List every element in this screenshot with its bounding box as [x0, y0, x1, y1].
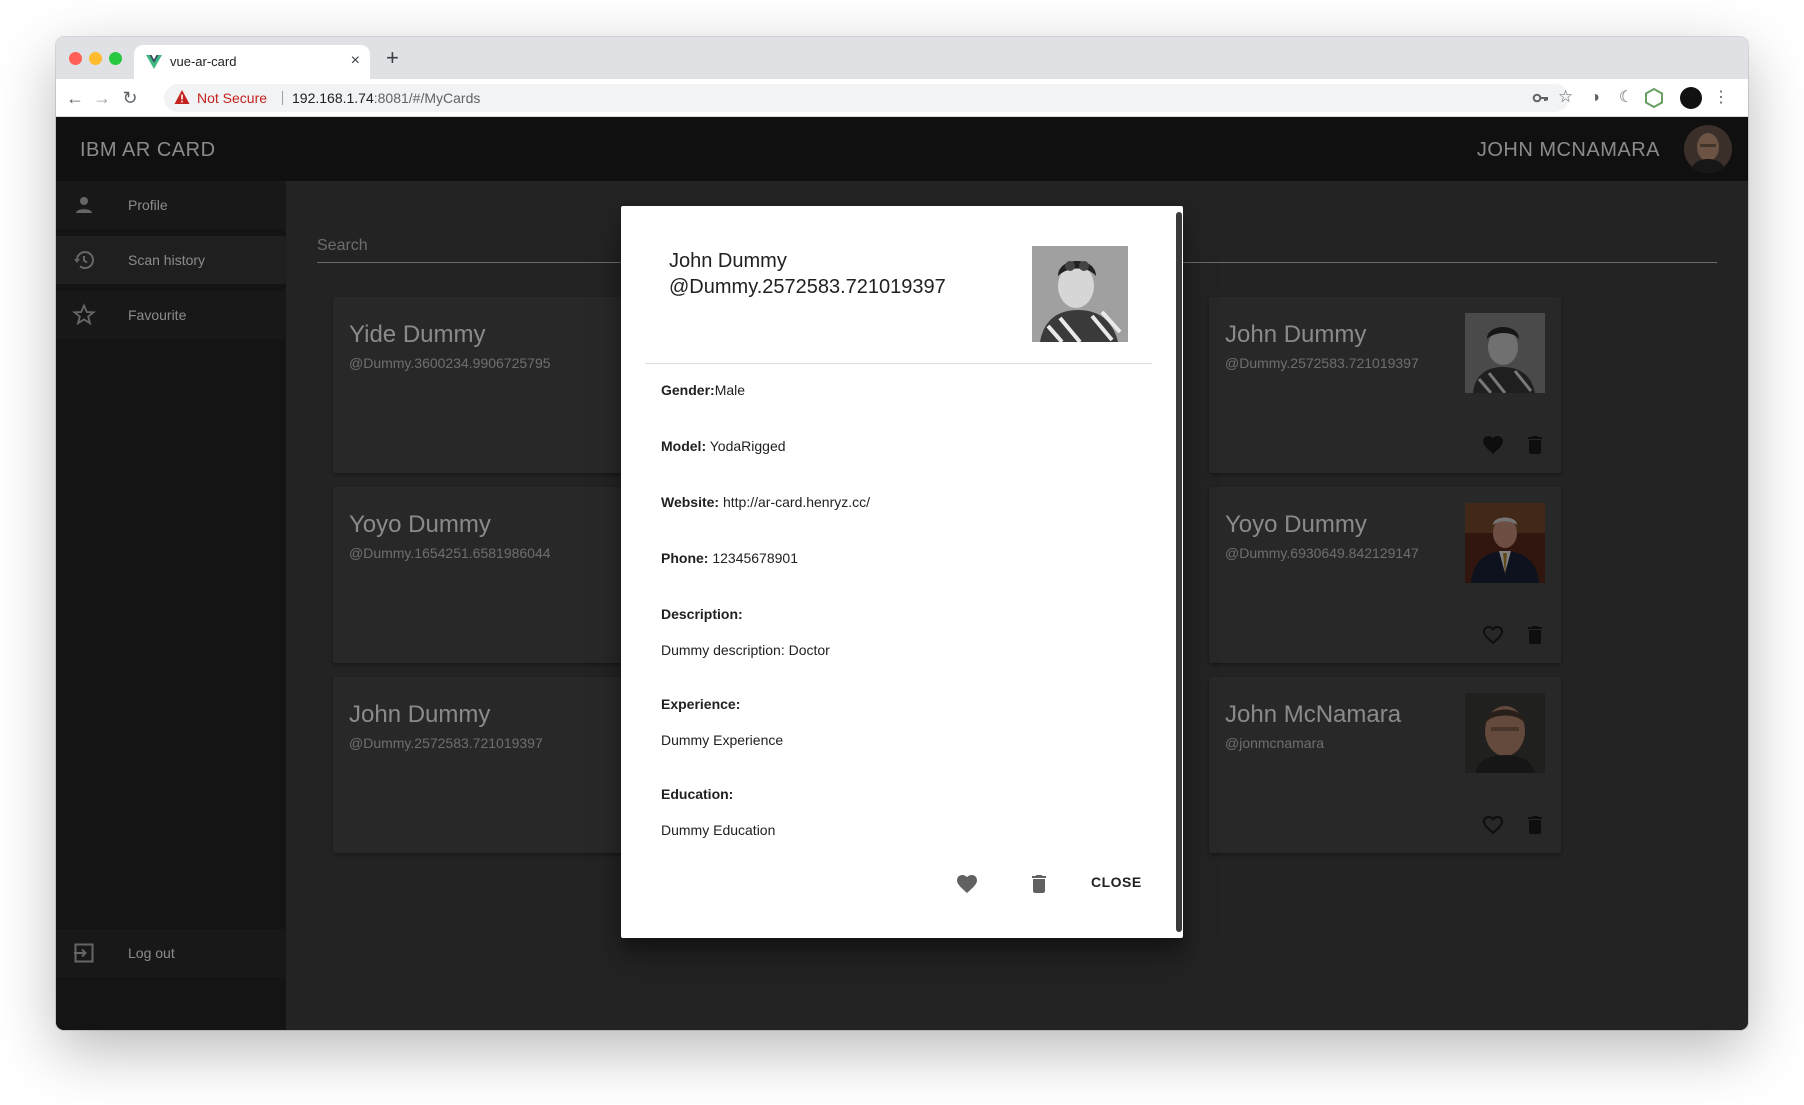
forward-arrow-icon[interactable]: → [91, 87, 113, 109]
website-label: Website: [661, 494, 720, 510]
warning-icon [174, 90, 190, 104]
address-separator [282, 91, 283, 105]
url-text[interactable]: 192.168.1.74:8081/#/MyCards [292, 90, 480, 106]
vue-logo-icon [146, 55, 162, 69]
close-window-button[interactable] [69, 52, 82, 65]
model-field: Model: YodaRigged [661, 438, 786, 454]
maximize-window-button[interactable] [109, 52, 122, 65]
dialog-handle: @Dummy.2572583.721019397 [669, 276, 946, 298]
more-menu-icon[interactable]: ⋮ [1710, 87, 1732, 109]
hexagon-extension-icon[interactable] [1643, 87, 1665, 109]
description-label: Description: [661, 606, 743, 622]
experience-label: Experience: [661, 696, 740, 712]
description-value: Dummy description: Doctor [661, 642, 830, 658]
close-button[interactable]: CLOSE [1091, 874, 1142, 890]
dark-mode-icon[interactable]: ☾ [1615, 87, 1637, 109]
education-label-text: Education: [661, 786, 734, 802]
not-secure-label[interactable]: Not Secure [197, 90, 267, 106]
phone-field: Phone: 12345678901 [661, 550, 798, 566]
gender-label: Gender: [661, 382, 715, 398]
education-label: Education: [661, 786, 733, 802]
experience-label-text: Experience: [661, 696, 741, 712]
url-path: :8081/#/MyCards [373, 90, 481, 106]
dialog-title: John Dummy @Dummy.2572583.721019397 [669, 248, 946, 300]
reload-icon[interactable]: ↻ [119, 87, 141, 109]
education-value: Dummy Education [661, 822, 776, 838]
dialog-heart-filled-icon[interactable] [955, 872, 979, 896]
tab-strip: vue-ar-card × + [56, 37, 1748, 79]
browser-window: vue-ar-card × + ← → ↻ Not Secure 192.168… [56, 37, 1748, 1030]
minimize-window-button[interactable] [89, 52, 102, 65]
dialog-name: John Dummy [669, 250, 787, 272]
address-bar[interactable]: Not Secure 192.168.1.74:8081/#/MyCards ☆ [164, 84, 1573, 112]
new-tab-button[interactable]: + [386, 46, 399, 70]
key-icon[interactable] [1532, 89, 1550, 107]
dialog-divider [645, 363, 1152, 364]
model-value: YodaRigged [706, 438, 786, 454]
experience-value: Dummy Experience [661, 732, 784, 748]
dialog-photo [1032, 246, 1128, 342]
profile-avatar-icon[interactable] [1680, 87, 1702, 109]
dialog-trash-icon[interactable] [1027, 872, 1051, 896]
phone-value: 12345678901 [708, 550, 798, 566]
url-host: 192.168.1.74 [292, 90, 374, 106]
gender-value: Male [714, 382, 746, 398]
app-root: IBM AR CARD JOHN MCNAMARA Profile Scan h… [56, 117, 1748, 1030]
phone-label: Phone: [661, 550, 709, 566]
tab-title: vue-ar-card [170, 54, 237, 69]
gender-field: Gender:Male [661, 382, 745, 398]
website-field: Website: http://ar-card.henryz.cc/ [661, 494, 870, 510]
browser-toolbar: ← → ↻ Not Secure 192.168.1.74:8081/#/MyC… [56, 79, 1748, 117]
model-label: Model: [661, 438, 707, 454]
extension-icon[interactable]: ◑ [1584, 87, 1606, 109]
website-value[interactable]: http://ar-card.henryz.cc/ [719, 494, 870, 510]
description-label-text: Description: [661, 606, 743, 622]
dialog-scrollbar[interactable] [1176, 212, 1182, 932]
tab-close-icon[interactable]: × [351, 52, 360, 70]
back-arrow-icon[interactable]: ← [64, 87, 86, 109]
card-detail-dialog: John Dummy @Dummy.2572583.721019397 Gend… [621, 206, 1183, 938]
browser-tab[interactable]: vue-ar-card × [134, 45, 370, 79]
bookmark-star-icon[interactable]: ☆ [1558, 87, 1573, 107]
